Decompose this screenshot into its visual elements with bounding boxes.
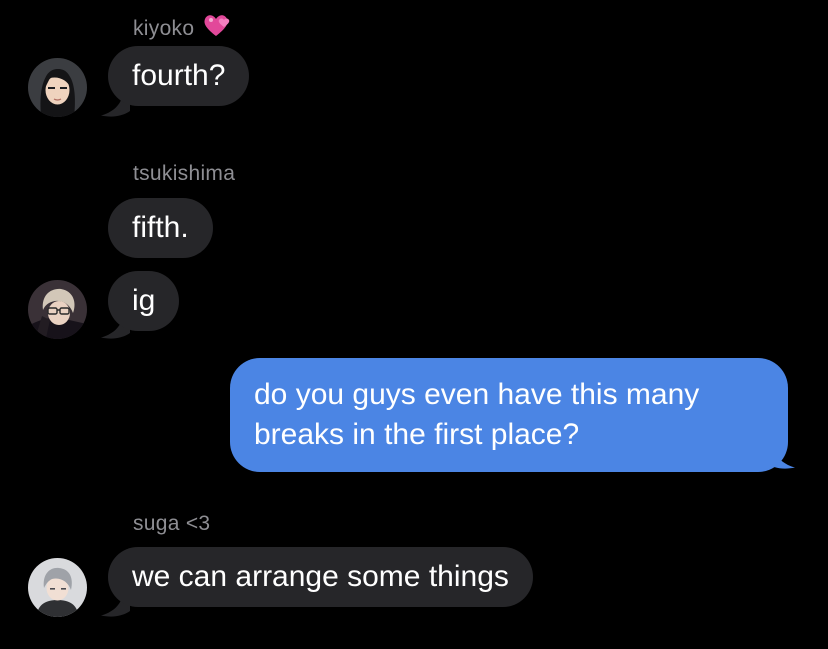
sender-name-label: kiyoko [133,17,195,40]
avatar-suga[interactable] [28,558,87,617]
message-text-line: do you guys even have this many [254,378,700,411]
suga-portrait-icon [28,558,87,617]
message-text: we can arrange some things [132,560,509,593]
message-bubble-incoming[interactable]: fifth. [108,198,213,258]
sender-name-label: suga <3 [133,512,211,535]
revolving-hearts-emoji-icon [202,12,232,44]
message-bubble-incoming[interactable]: fourth? [108,46,250,106]
avatar-tsukishima[interactable] [28,280,87,339]
message-text: ig [132,284,156,317]
sender-name-label: tsukishima [133,162,236,185]
sender-name-kiyoko: kiyoko [133,12,232,44]
message-text: fifth. [132,211,189,244]
tsukishima-portrait-icon [28,280,87,339]
message-bubble-incoming[interactable]: ig [108,271,180,331]
sender-name-tsukishima: tsukishima [133,162,235,186]
message-text: fourth? [132,59,226,92]
kiyoko-portrait-icon [28,58,87,117]
message-bubble-incoming[interactable]: we can arrange some things [108,547,533,607]
message-bubble-outgoing[interactable]: do you guys even have this many breaks i… [230,358,788,472]
avatar-kiyoko[interactable] [28,58,87,117]
sender-name-suga: suga <3 [133,512,210,536]
message-text-line: breaks in the first place? [254,418,580,451]
